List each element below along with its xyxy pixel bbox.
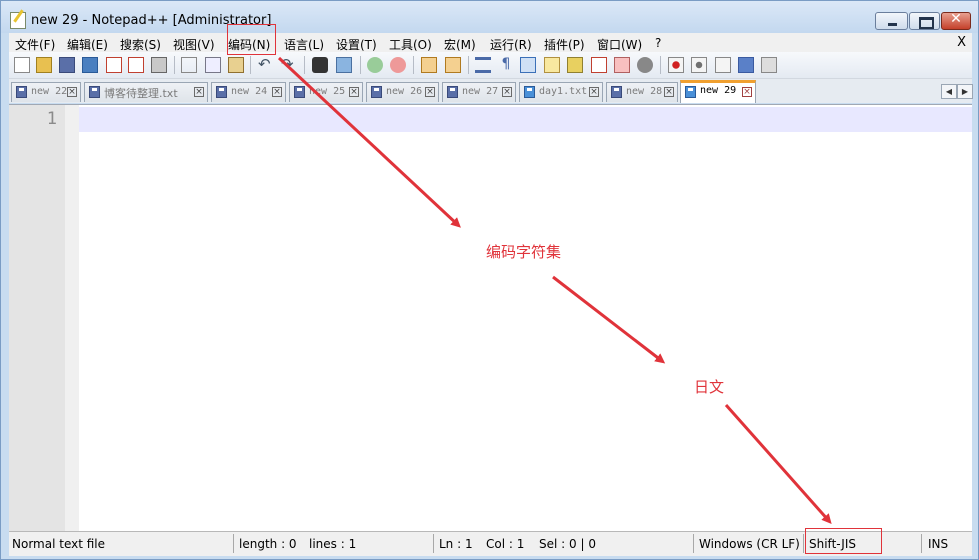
arrow-to-charset: [277, 56, 461, 228]
arrow-to-status-encoding: [724, 404, 832, 524]
annotation-arrows: [277, 56, 832, 524]
arrow-to-japanese: [552, 275, 666, 364]
